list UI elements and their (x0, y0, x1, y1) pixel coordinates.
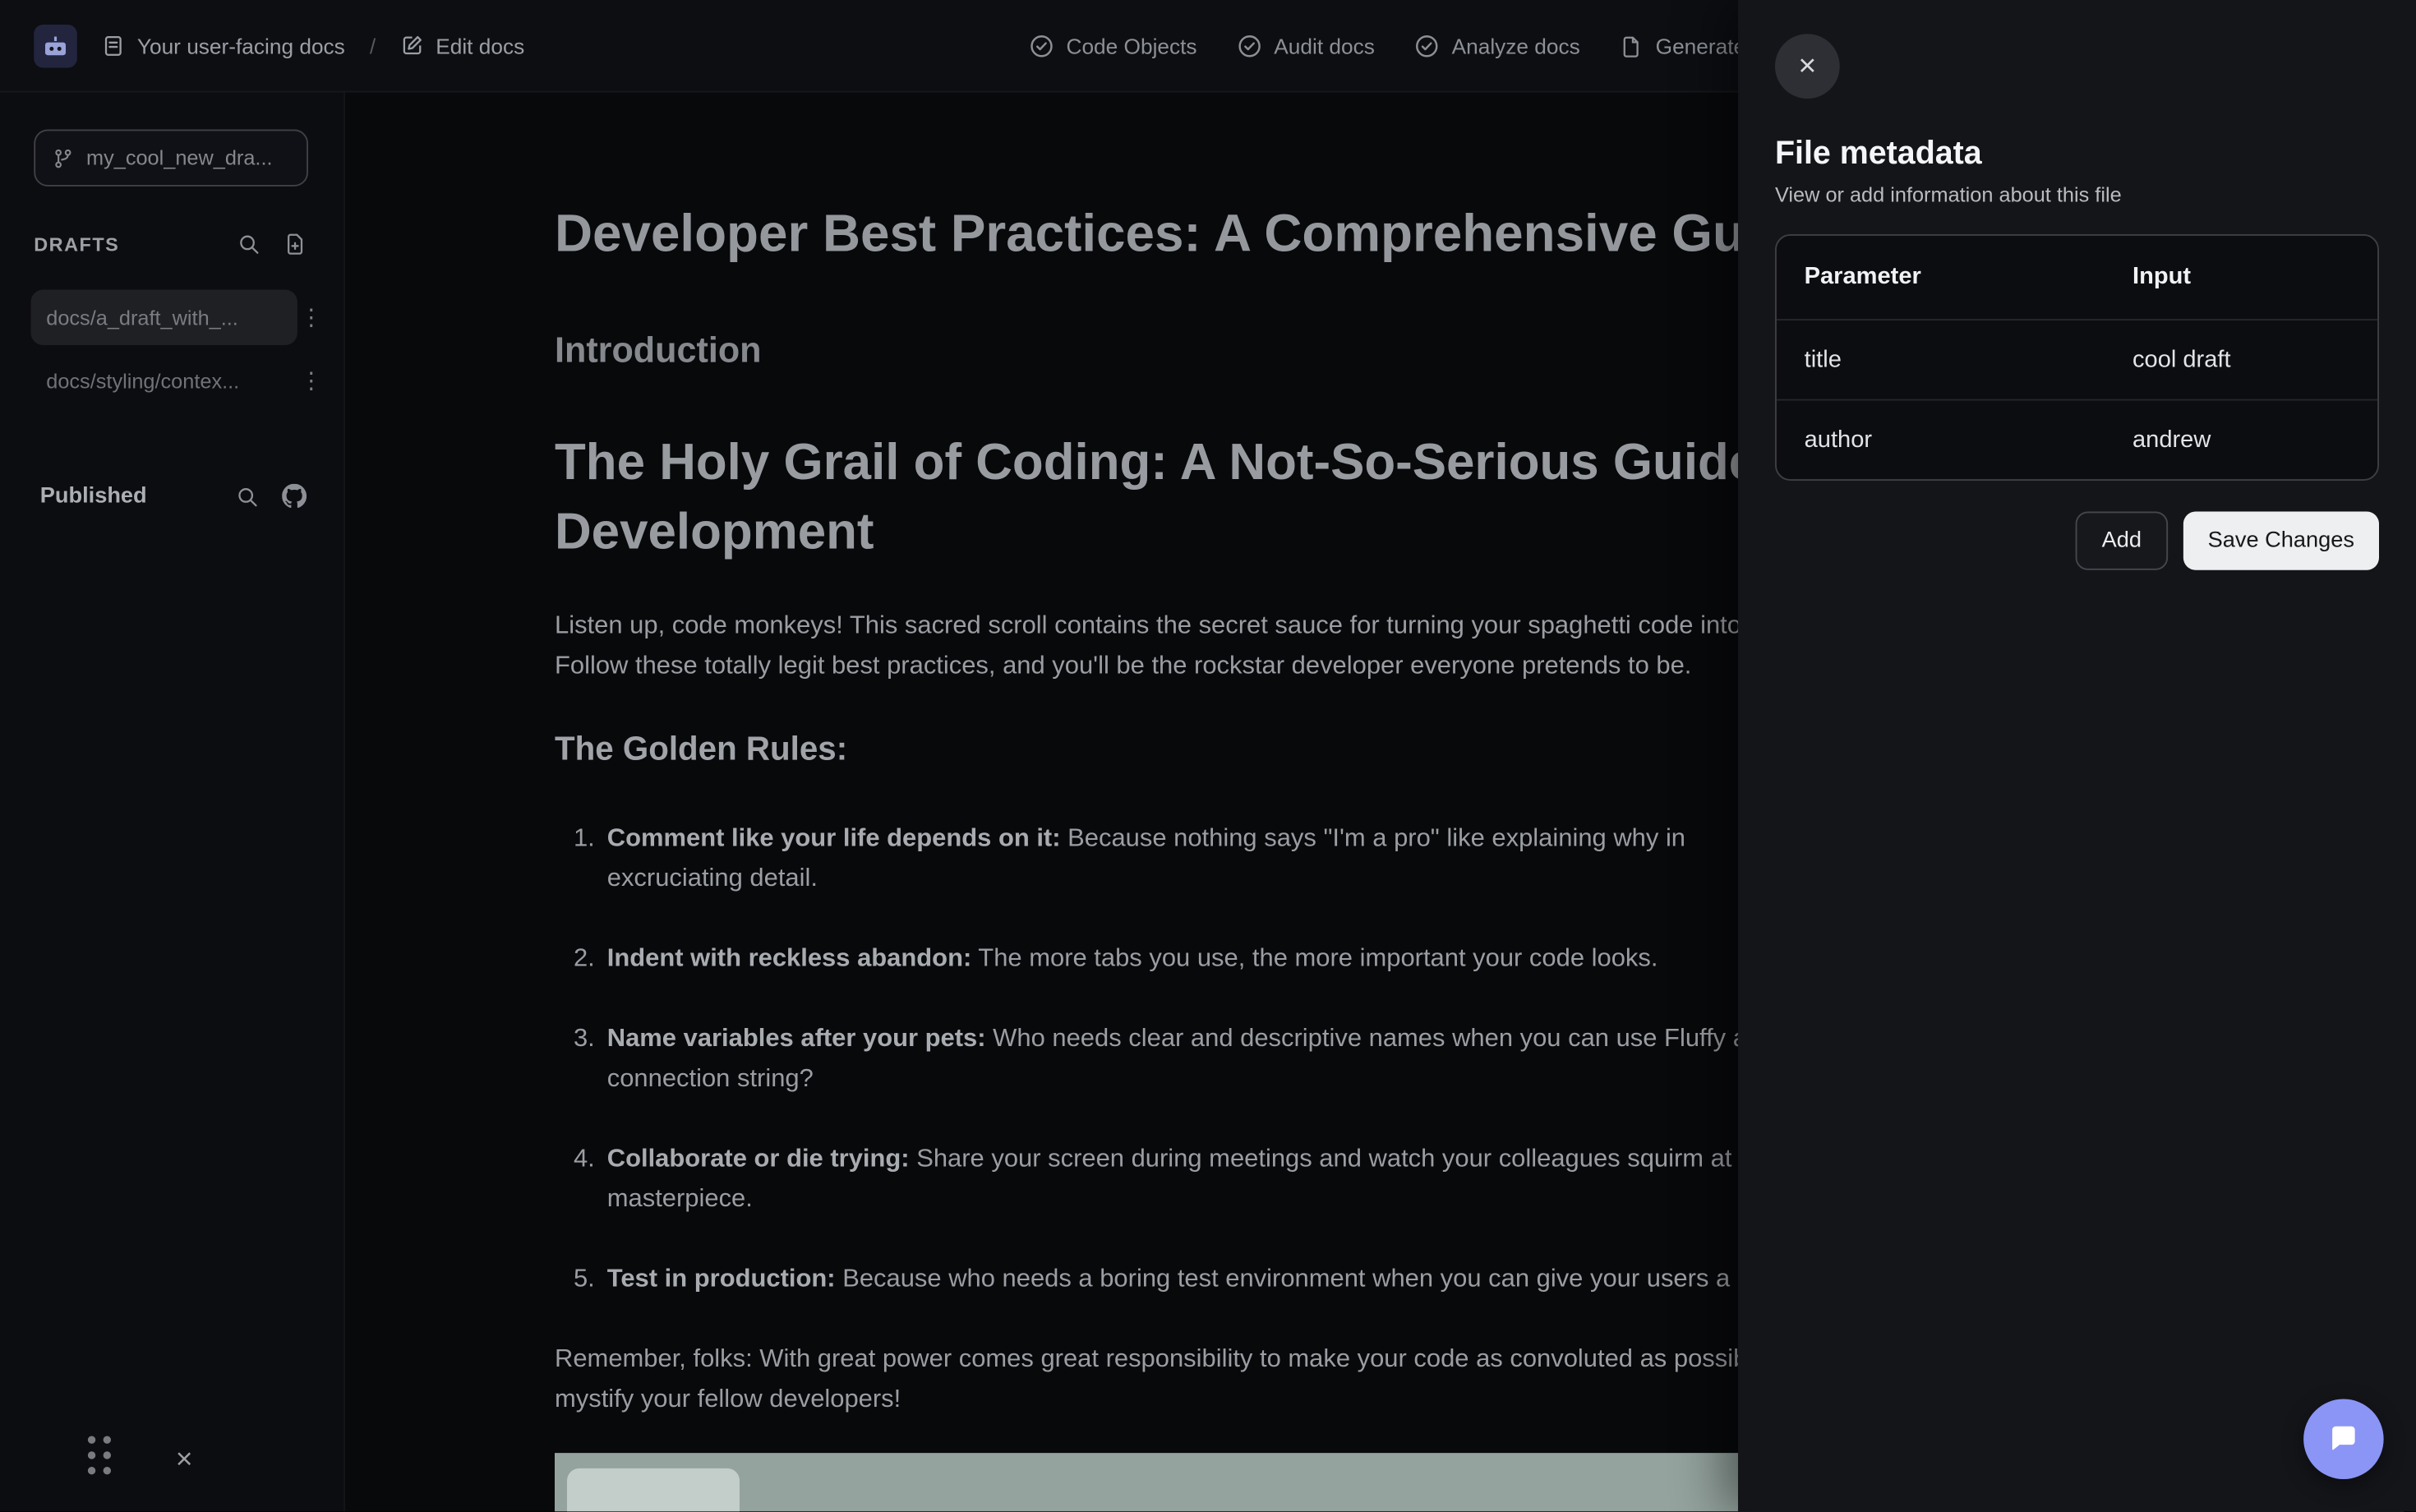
breadcrumb-separator: / (370, 33, 376, 58)
list-number: 1. (555, 818, 595, 899)
list-item-text: Because who needs a boring test environm… (836, 1265, 1731, 1293)
cell-input: cool draft (2105, 346, 2377, 374)
file-metadata-panel: × File metadata View or add information … (1738, 0, 2416, 1511)
edit-docs-label: Edit docs (436, 33, 524, 58)
list-item-bold: Indent with reckless abandon: (607, 944, 972, 972)
nav-label: Audit docs (1274, 34, 1375, 58)
published-heading: Published (40, 484, 147, 509)
workspace-switcher[interactable]: Your user-facing docs (102, 33, 345, 58)
draft-item-label: docs/styling/contex... (46, 369, 239, 392)
metadata-table: Parameter Input title cool draft author … (1775, 234, 2379, 481)
draft-item[interactable]: docs/styling/contex... (31, 369, 297, 392)
nav-audit-docs[interactable]: Audit docs (1237, 34, 1375, 58)
sidebar: my_cool_new_dra... DRAFTS docs/a_draft_w… (0, 93, 345, 1512)
drafts-heading: DRAFTS (34, 233, 119, 255)
app-logo[interactable] (34, 24, 77, 67)
list-item-text: Share your screen during meetings and wa… (910, 1145, 1789, 1173)
embedded-image-detail (567, 1468, 740, 1512)
published-header-row: Published (40, 484, 307, 509)
column-header-parameter: Parameter (1777, 264, 2105, 292)
search-icon[interactable] (237, 233, 261, 256)
panel-title: File metadata (1775, 136, 2379, 173)
clipboard-icon (102, 34, 125, 57)
list-item-line2: masterpiece. (607, 1178, 1788, 1219)
branch-selector-button[interactable]: my_cool_new_dra... (34, 130, 308, 187)
close-panel-button[interactable]: × (1775, 34, 1840, 99)
drag-handle-icon[interactable] (88, 1436, 111, 1475)
cell-parameter: author (1777, 426, 2105, 454)
panel-subtitle: View or add information about this file (1775, 183, 2379, 206)
table-row[interactable]: author andrew (1777, 399, 2377, 480)
topbar-left: Your user-facing docs / Edit docs (0, 24, 524, 67)
list-item-bold: Name variables after your pets: (607, 1025, 986, 1053)
list-number: 5. (555, 1259, 595, 1299)
add-button[interactable]: Add (2076, 512, 2168, 570)
cell-input: andrew (2105, 426, 2377, 454)
draft-item-row: docs/styling/contex... ⋮ (31, 366, 325, 394)
viewport: Your user-facing docs / Edit docs Code O… (0, 0, 2416, 1512)
table-header-row: Parameter Input (1777, 236, 2377, 319)
list-item-text: Who needs clear and descriptive names wh… (986, 1025, 1782, 1053)
check-circle-icon (1415, 34, 1440, 58)
workspace-label: Your user-facing docs (137, 33, 345, 58)
list-item-text: Because nothing says "I'm a pro" like ex… (1061, 824, 1685, 852)
check-circle-icon (1030, 34, 1054, 58)
close-icon: × (1798, 34, 1816, 99)
robot-logo-icon (40, 30, 71, 62)
chat-launcher-button[interactable] (2303, 1399, 2384, 1480)
list-item-bold: Test in production: (607, 1265, 836, 1293)
kebab-menu-icon[interactable]: ⋮ (297, 303, 325, 331)
edit-pencil-icon (400, 34, 423, 57)
git-branch-icon (53, 147, 74, 168)
topbar-nav: Code Objects Audit docs Analyze docs Gen… (1030, 0, 1797, 93)
table-row[interactable]: title cool draft (1777, 319, 2377, 399)
list-number: 4. (555, 1139, 595, 1219)
draft-item-selected[interactable]: docs/a_draft_with_... (31, 290, 297, 346)
file-icon (1621, 35, 1644, 58)
drafts-header-row: DRAFTS (34, 233, 307, 256)
edit-docs-button[interactable]: Edit docs (400, 33, 524, 58)
list-item-bold: Collaborate or die trying: (607, 1145, 910, 1173)
nav-label: Analyze docs (1452, 34, 1580, 58)
github-icon[interactable] (282, 484, 307, 509)
panel-actions: Add Save Changes (1775, 512, 2379, 570)
draft-item-label: docs/a_draft_with_... (46, 306, 238, 329)
nav-analyze-docs[interactable]: Analyze docs (1415, 34, 1580, 58)
nav-code-objects[interactable]: Code Objects (1030, 34, 1197, 58)
nav-label: Code Objects (1067, 34, 1197, 58)
list-number: 3. (555, 1018, 595, 1099)
list-item-text: The more tabs you use, the more importan… (971, 944, 1658, 972)
list-number: 2. (555, 938, 595, 979)
list-item-line2: excruciating detail. (607, 858, 1685, 898)
column-header-input: Input (2105, 264, 2377, 292)
cell-parameter: title (1777, 346, 2105, 374)
kebab-menu-icon[interactable]: ⋮ (297, 366, 325, 394)
save-changes-button[interactable]: Save Changes (2183, 512, 2379, 570)
app-window: Your user-facing docs / Edit docs Code O… (0, 0, 2416, 1511)
list-item-bold: Comment like your life depends on it: (607, 824, 1061, 852)
chat-bubble-icon (2326, 1422, 2360, 1456)
branch-name: my_cool_new_dra... (86, 146, 273, 169)
draft-item-row: docs/a_draft_with_... ⋮ (31, 290, 325, 346)
search-icon[interactable] (236, 485, 259, 508)
toolbar-close-icon[interactable]: × (176, 1445, 193, 1475)
check-circle-icon (1237, 34, 1261, 58)
new-file-icon[interactable] (284, 233, 307, 256)
list-item-line2: connection string? (607, 1058, 1781, 1099)
